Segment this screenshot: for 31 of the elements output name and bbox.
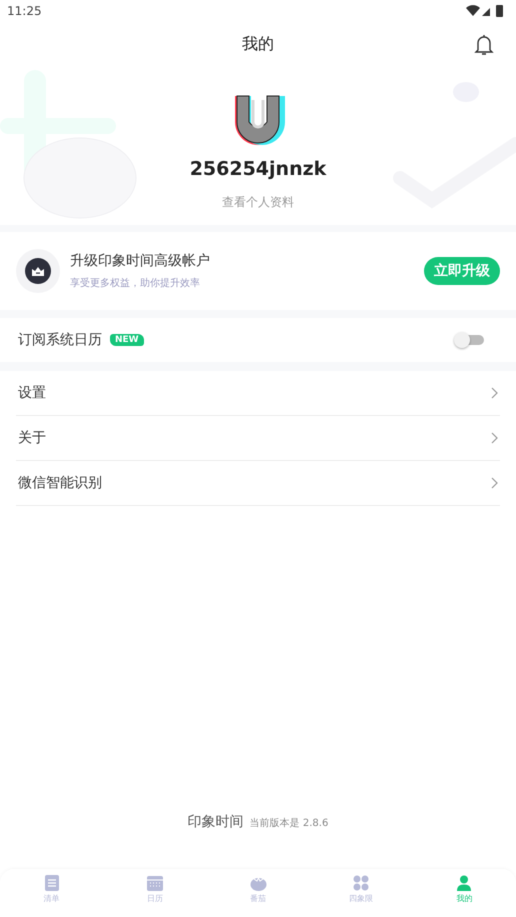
quadrant-icon <box>353 875 370 891</box>
menu-item[interactable]: 关于 <box>16 416 500 461</box>
chevron-icon <box>491 432 498 444</box>
notification-button[interactable] <box>474 34 494 56</box>
upgrade-title: 升级印象时间高级帐户 <box>70 252 211 270</box>
calendar-toggle[interactable] <box>454 332 484 348</box>
status-icons <box>466 5 504 17</box>
crown-badge <box>16 249 60 293</box>
calendar-icon <box>146 875 163 891</box>
chevron-icon <box>491 387 498 399</box>
subscribe-label: 订阅系统日历 <box>18 331 102 349</box>
list-icon <box>44 875 60 891</box>
tab[interactable]: 日历 <box>103 869 206 917</box>
tab[interactable]: 番茄 <box>206 869 310 917</box>
chevron-icon <box>491 477 498 489</box>
menu-item[interactable]: 微信智能识别 <box>16 461 500 506</box>
upgrade-subtitle: 享受更多权益，助你提升效率 <box>70 276 201 290</box>
view-profile-link[interactable]: 查看个人资料 <box>222 194 294 211</box>
new-badge: NEW <box>110 334 144 346</box>
tab[interactable]: 我的 <box>412 869 516 917</box>
tab[interactable]: 清单 <box>0 869 104 917</box>
version-text: 当前版本是 2.8.6 <box>250 816 328 830</box>
menu-item[interactable]: 设置 <box>16 371 500 416</box>
person-icon <box>456 875 472 891</box>
upgrade-button[interactable]: 立即升级 <box>424 257 500 285</box>
status-time: 11:25 <box>7 4 42 18</box>
tomato-icon <box>250 875 266 891</box>
tab[interactable]: 四象限 <box>310 869 413 917</box>
username: 256254jnnzk <box>190 158 326 180</box>
page-title: 我的 <box>242 34 274 54</box>
app-name: 印象时间 <box>188 813 244 831</box>
